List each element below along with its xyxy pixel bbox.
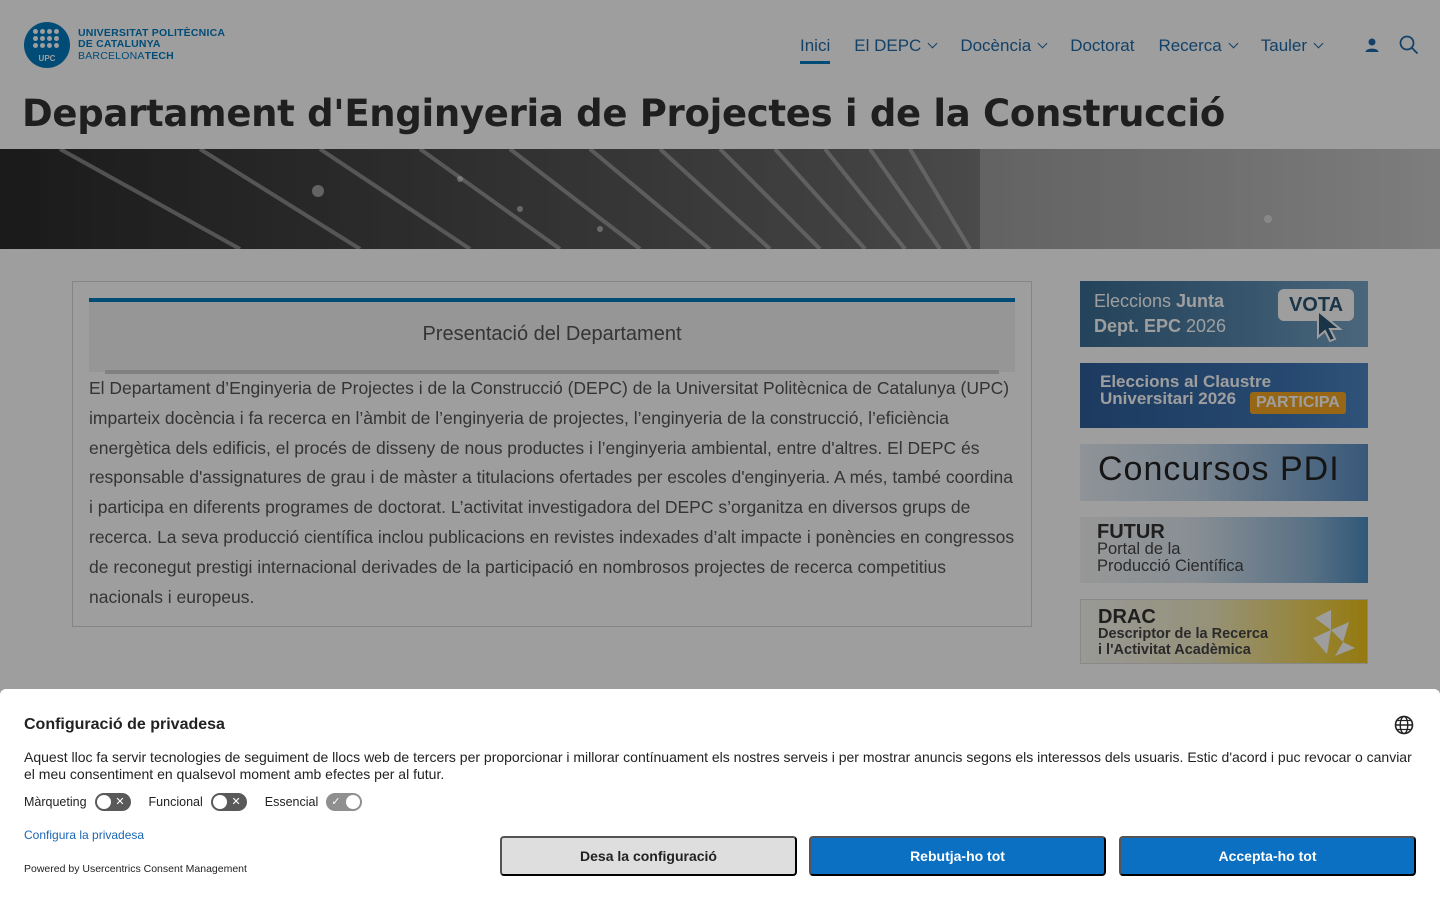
globe-icon[interactable] xyxy=(1394,715,1414,735)
close-icon: ✕ xyxy=(115,796,125,808)
save-settings-button[interactable]: Desa la configuració xyxy=(500,836,797,876)
powered-by-text: Powered by Usercentrics Consent Manageme… xyxy=(24,863,247,875)
toggle-marqueting[interactable]: ✕ xyxy=(94,793,131,811)
toggle-label-marqueting: Màrqueting xyxy=(24,795,87,809)
toggle-funcional[interactable]: ✕ xyxy=(210,793,247,811)
toggle-label-funcional: Funcional xyxy=(148,795,203,809)
close-icon: ✕ xyxy=(231,796,241,808)
configure-privacy-link[interactable]: Configura la privadesa xyxy=(24,828,144,842)
consent-description: Aquest lloc fa servir tecnologies de seg… xyxy=(24,749,1412,782)
accept-all-button[interactable]: Accepta-ho tot xyxy=(1119,836,1416,876)
check-icon: ✓ xyxy=(331,796,341,808)
toggle-essencial: ✓ xyxy=(326,793,363,811)
privacy-consent-banner: Configuració de privadesa Aquest lloc fa… xyxy=(0,689,1440,900)
deny-all-button[interactable]: Rebutja-ho tot xyxy=(809,836,1106,876)
consent-title: Configuració de privadesa xyxy=(24,716,225,733)
consent-toggles: Màrqueting ✕ Funcional ✕ Essencial ✓ xyxy=(24,793,380,811)
toggle-label-essencial: Essencial xyxy=(264,795,319,809)
